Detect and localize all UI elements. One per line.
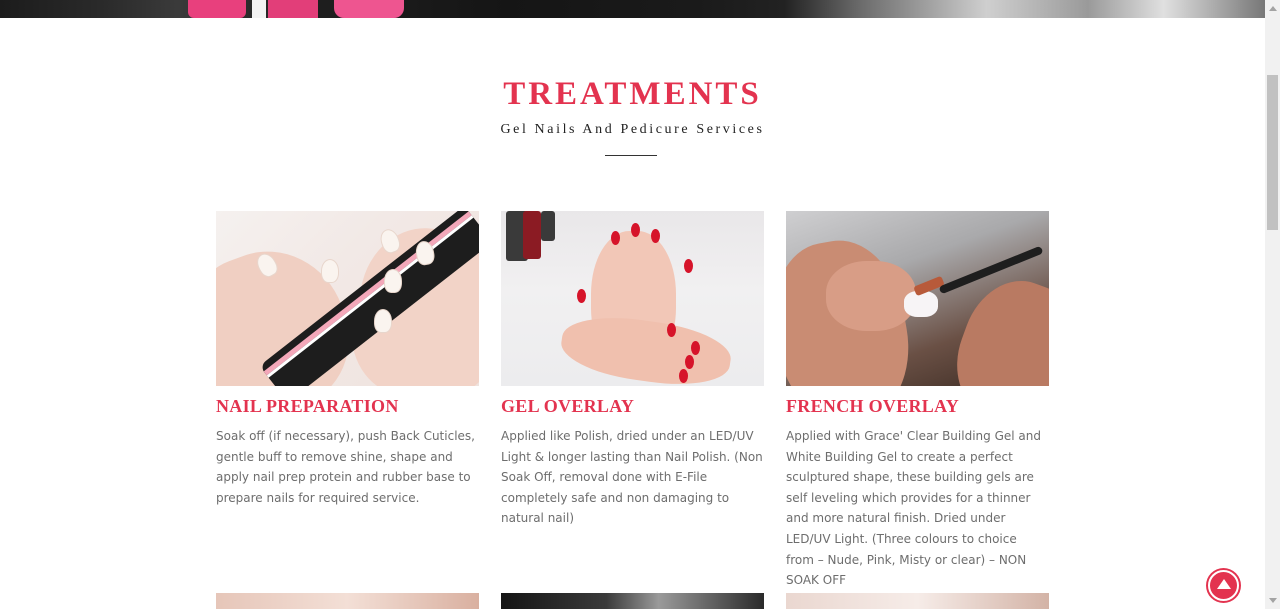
title-divider [605, 155, 657, 156]
treatment-title: NAIL PREPARATION [216, 396, 399, 416]
hero-stripe-decor [252, 0, 266, 18]
scroll-up-arrow-icon[interactable] [1265, 0, 1280, 17]
page-scrollbar[interactable] [1265, 0, 1280, 609]
treatment-description: Applied like Polish, dried under an LED/… [501, 429, 763, 526]
gel-overlay-image [501, 211, 764, 386]
treatment-image-next-row [216, 593, 479, 609]
treatment-title: FRENCH OVERLAY [786, 396, 960, 416]
treatment-card-gel-overlay: GEL OVERLAY Applied like Polish, dried u… [501, 211, 764, 529]
treatment-title: GEL OVERLAY [501, 396, 635, 416]
treatment-image-next-row [786, 593, 1049, 609]
treatment-image-next-row [501, 593, 764, 609]
treatment-description: Applied with Grace' Clear Building Gel a… [786, 429, 1041, 588]
scrollbar-thumb[interactable] [1267, 75, 1278, 230]
treatment-card-nail-preparation: NAIL PREPARATION Soak off (if necessary)… [216, 211, 479, 508]
french-overlay-image [786, 211, 1049, 386]
section-subtitle: Gel Nails And Pedicure Services [500, 122, 765, 137]
hero-pink-nail-decor [188, 0, 246, 18]
scroll-down-arrow-icon[interactable] [1265, 592, 1280, 609]
hero-pink-nail-decor [268, 0, 318, 18]
hero-pink-nail-decor [334, 0, 404, 18]
hero-image-strip [0, 0, 1265, 18]
treatment-card-french-overlay: FRENCH OVERLAY Applied with Grace' Clear… [786, 211, 1049, 591]
nail-preparation-image [216, 211, 479, 386]
treatment-description: Soak off (if necessary), push Back Cutic… [216, 429, 475, 505]
section-title: TREATMENTS [503, 76, 762, 112]
back-to-top-button[interactable] [1208, 570, 1239, 601]
